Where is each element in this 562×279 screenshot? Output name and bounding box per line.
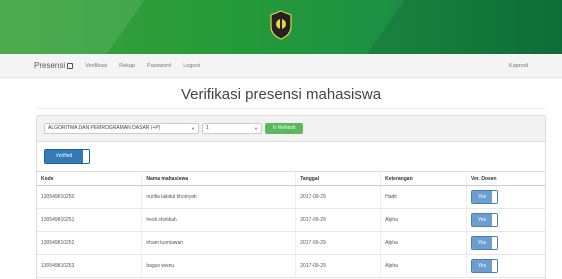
cell-kode: 130549810250 <box>37 185 143 209</box>
nav-password[interactable]: Password <box>147 63 171 69</box>
toggle-knob <box>492 237 498 249</box>
cell-nama: hesti sholikah <box>141 208 297 232</box>
page-title: Verifikasi presensi mahasiswa <box>180 86 382 103</box>
cell-ver-dosen: Yes <box>466 254 545 278</box>
cell-ver-dosen: Yes <box>466 208 545 232</box>
refresh-icon: ↻ <box>272 125 277 131</box>
cell-ver-dosen: Yes <box>466 185 545 209</box>
table-row: 130549810251 hesti sholikah 2017-09-29 A… <box>37 208 545 232</box>
cell-tanggal: 2017-09-29 <box>295 254 382 278</box>
cell-tanggal: 2017-09-29 <box>295 185 382 209</box>
header-banner <box>0 0 562 54</box>
cell-nama: nurilla lailatul khoiriyah <box>141 185 297 209</box>
course-select[interactable]: ALGORITMA DAN PEMROGRAMAN DASAR (+P) ▼ <box>44 123 199 134</box>
verified-toggle[interactable]: Verified <box>44 149 90 164</box>
column-header-nama: Nama mahasiswa <box>141 171 297 186</box>
meeting-select-value: 1 <box>206 125 209 131</box>
verified-toggle-label: Verified <box>45 150 83 163</box>
ver-dosen-toggle[interactable]: Yes <box>471 236 499 250</box>
toggle-knob <box>492 191 498 203</box>
column-header-ver-dosen: Ver. Dosen <box>466 171 545 186</box>
filter-bar: ALGORITMA DAN PEMROGRAMAN DASAR (+P) ▼ 1… <box>37 116 545 142</box>
cell-kode: 130549810253 <box>37 254 143 278</box>
column-header-tanggal: Tanggal <box>295 171 382 186</box>
meeting-select[interactable]: 1 ▼ <box>202 123 262 134</box>
table-row: 130549810252 irham kurniawan 2017-09-29 … <box>37 231 545 255</box>
cell-kode: 130549810252 <box>37 231 143 255</box>
cell-tanggal: 2017-09-29 <box>295 231 382 255</box>
university-logo <box>270 10 292 40</box>
table-row: 130549810250 nurilla lailatul khoiriyah … <box>37 185 545 209</box>
column-header-kode: Kode <box>37 171 143 186</box>
cell-nama: irham kurniawan <box>141 231 297 255</box>
cell-keterangan: Hadir <box>380 185 468 209</box>
ver-dosen-toggle[interactable]: Yes <box>471 259 499 273</box>
refresh-button[interactable]: ↻ Refresh <box>265 123 303 134</box>
table-row: 130549810253 bagus wisnu 2017-09-29 Alph… <box>37 254 545 278</box>
column-header-keterangan: Keterangan <box>380 171 468 186</box>
refresh-button-label: Refresh <box>278 125 296 131</box>
cell-keterangan: Alpha <box>380 254 468 278</box>
title-divider <box>36 108 546 109</box>
verification-panel: ALGORITMA DAN PEMROGRAMAN DASAR (+P) ▼ 1… <box>36 115 546 279</box>
ver-dosen-toggle-label: Yes <box>472 237 493 249</box>
toggle-knob <box>83 150 89 163</box>
ver-dosen-toggle[interactable]: Yes <box>471 213 499 227</box>
table-header-row: Kode Nama mahasiswa Tanggal Keterangan V… <box>37 171 545 186</box>
top-navbar: Presensi Verifikasi Rekap Password Logou… <box>0 54 562 78</box>
nav-kaprodi[interactable]: Kaprodi <box>509 63 528 69</box>
cell-kode: 130549810251 <box>37 208 143 232</box>
cell-tanggal: 2017-09-29 <box>295 208 382 232</box>
nav-logout[interactable]: Logout <box>183 63 200 69</box>
chevron-down-icon: ▼ <box>191 126 195 131</box>
cell-keterangan: Alpha <box>380 208 468 232</box>
course-select-value: ALGORITMA DAN PEMROGRAMAN DASAR (+P) <box>48 125 161 131</box>
nav-rekap[interactable]: Rekap <box>119 63 135 69</box>
chevron-down-icon: ▼ <box>254 126 258 131</box>
toggle-knob <box>492 260 498 272</box>
ver-dosen-toggle-label: Yes <box>472 214 493 226</box>
nav-verifikasi[interactable]: Verifikasi <box>85 63 107 69</box>
ver-dosen-toggle-label: Yes <box>472 260 493 272</box>
toggle-knob <box>492 214 498 226</box>
cell-keterangan: Alpha <box>380 231 468 255</box>
banner-decoration <box>0 0 159 54</box>
brand-label: Presensi <box>34 61 66 70</box>
attendance-table: Kode Nama mahasiswa Tanggal Keterangan V… <box>37 171 545 278</box>
banner-decoration <box>341 0 562 54</box>
brand-link[interactable]: Presensi <box>34 61 74 70</box>
cell-ver-dosen: Yes <box>466 231 545 255</box>
presensi-icon <box>67 62 74 69</box>
ver-dosen-toggle[interactable]: Yes <box>471 190 499 204</box>
cell-nama: bagus wisnu <box>141 254 297 278</box>
ver-dosen-toggle-label: Yes <box>472 191 493 203</box>
